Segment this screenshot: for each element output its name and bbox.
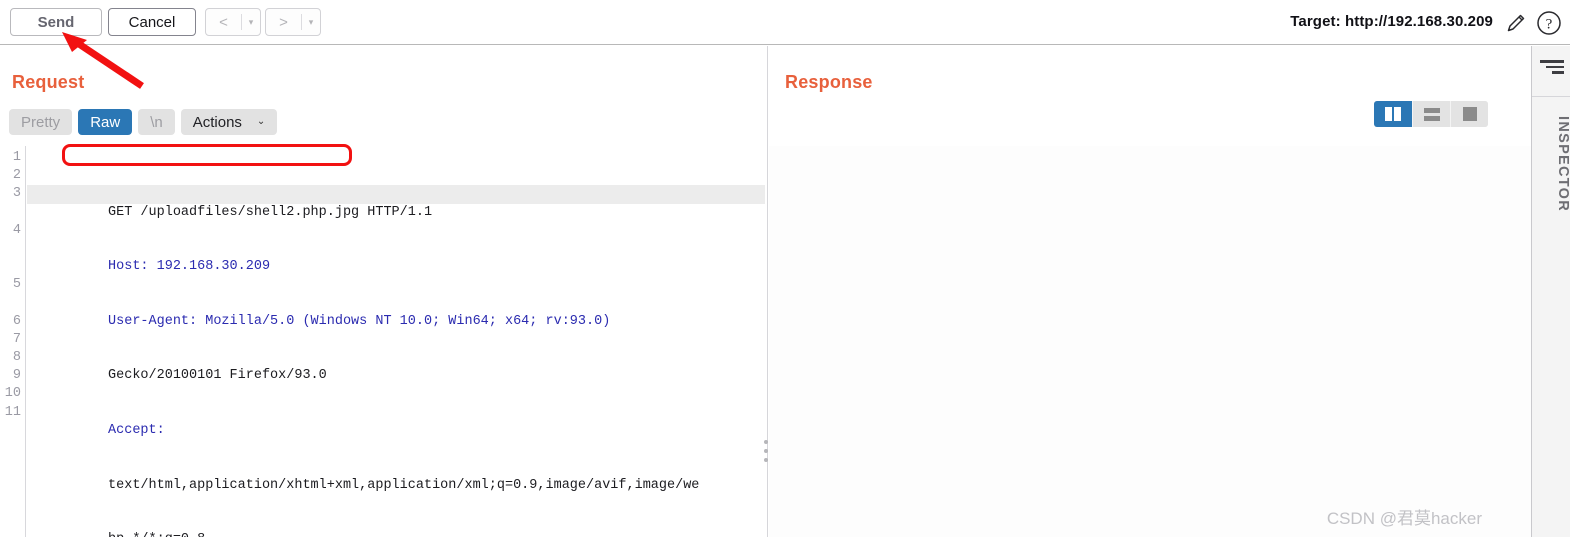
top-toolbar: Send Cancel < ▾ > ▾ Target: http://192.1…	[0, 0, 1570, 45]
single-pane-icon	[1462, 107, 1477, 121]
tab-pretty[interactable]: Pretty	[9, 109, 73, 135]
chevron-left-icon: <	[219, 13, 228, 31]
line-number: 6	[12, 313, 21, 329]
request-editor[interactable]: 1 2 3 4 5 6 7 8 9 10 11 GET /uploadfiles…	[0, 146, 767, 537]
inspector-label[interactable]: INSPECTOR	[1532, 116, 1570, 212]
request-line-text: User-Agent: Mozilla/5.0 (Windows NT 10.0…	[108, 313, 611, 329]
line-number: 5	[12, 277, 21, 293]
layout-split-vertical-button[interactable]	[1374, 101, 1412, 127]
request-line: Accept:	[27, 404, 765, 438]
response-body[interactable]	[769, 146, 1531, 537]
pencil-icon[interactable]	[1504, 11, 1528, 35]
request-line-text: bp,*/*;q=0.8	[108, 532, 205, 537]
split-horizontal-icon	[1423, 107, 1440, 121]
request-line: Host: 192.168.30.209	[27, 240, 765, 274]
tab-newline[interactable]: \n	[138, 109, 175, 135]
chevron-down-icon: ⌄	[256, 116, 266, 127]
target-label: Target: http://192.168.30.209	[1290, 13, 1493, 30]
line-number: 9	[12, 368, 21, 384]
layout-toggle-group	[1374, 101, 1488, 127]
line-number-gutter: 1 2 3 4 5 6 7 8 9 10 11	[0, 146, 26, 537]
back-button[interactable]: < ▾	[205, 8, 261, 36]
request-title: Request	[12, 72, 85, 92]
dot	[764, 458, 768, 462]
chevron-down-icon[interactable]: ▾	[242, 9, 260, 35]
forward-button[interactable]: > ▾	[265, 8, 321, 36]
request-line-text: Host: 192.168.30.209	[108, 259, 271, 275]
dot	[764, 449, 768, 453]
layout-split-horizontal-button[interactable]	[1412, 101, 1450, 127]
line-number: 2	[12, 168, 21, 184]
actions-label: Actions	[192, 113, 242, 131]
actions-menu-button[interactable]: Actions ⌄	[180, 109, 278, 135]
request-raw-text[interactable]: GET /uploadfiles/shell2.php.jpg HTTP/1.1…	[27, 149, 765, 537]
help-icon[interactable]: ?	[1536, 10, 1562, 36]
split-vertical-icon	[1385, 107, 1401, 121]
tab-raw[interactable]: Raw	[78, 109, 133, 135]
line-number: 8	[12, 350, 21, 366]
line-number	[0, 295, 25, 313]
request-panel: Request Pretty Raw \n Actions ⌄ 1 2 3 4 …	[0, 46, 768, 537]
line-number	[0, 204, 25, 222]
line-number: 4	[12, 222, 21, 238]
svg-text:?: ?	[1546, 17, 1553, 33]
request-line: User-Agent: Mozilla/5.0 (Windows NT 10.0…	[27, 295, 765, 329]
watermark: CSDN @君莫hacker	[1326, 509, 1482, 528]
request-line: GET /uploadfiles/shell2.php.jpg HTTP/1.1	[27, 185, 765, 220]
line-number	[0, 240, 25, 258]
request-line: Gecko/20100101 Firefox/93.0	[27, 349, 765, 383]
send-button[interactable]: Send	[10, 8, 102, 36]
line-number: 10	[4, 386, 21, 402]
request-line-text: text/html,application/xhtml+xml,applicat…	[108, 477, 700, 493]
cancel-button[interactable]: Cancel	[108, 8, 196, 36]
line-number	[0, 258, 25, 276]
response-title: Response	[785, 72, 873, 92]
response-panel: Response	[769, 46, 1531, 537]
dot	[764, 440, 768, 444]
line-number: 7	[12, 331, 21, 347]
inspector-rail[interactable]: INSPECTOR	[1531, 46, 1570, 537]
line-number: 3	[12, 186, 21, 202]
line-number: 11	[4, 404, 21, 420]
line-number: 1	[12, 150, 21, 165]
layout-single-pane-button[interactable]	[1450, 101, 1488, 127]
request-line-text: Gecko/20100101 Firefox/93.0	[108, 368, 327, 384]
request-line-text: Accept:	[108, 422, 165, 438]
request-view-tabs: Pretty Raw \n Actions ⌄	[9, 109, 278, 135]
chevron-right-icon: >	[279, 13, 288, 31]
request-line: bp,*/*;q=0.8	[27, 513, 765, 537]
request-line: text/html,application/xhtml+xml,applicat…	[27, 458, 765, 493]
request-line-text: GET /uploadfiles/shell2.php.jpg HTTP/1.1	[108, 204, 433, 220]
filter-lines-icon[interactable]	[1540, 60, 1564, 76]
divider	[1532, 96, 1570, 97]
chevron-down-icon[interactable]: ▾	[302, 9, 320, 35]
burp-repeater-window: Send Cancel < ▾ > ▾ Target: http://192.1…	[0, 0, 1570, 537]
